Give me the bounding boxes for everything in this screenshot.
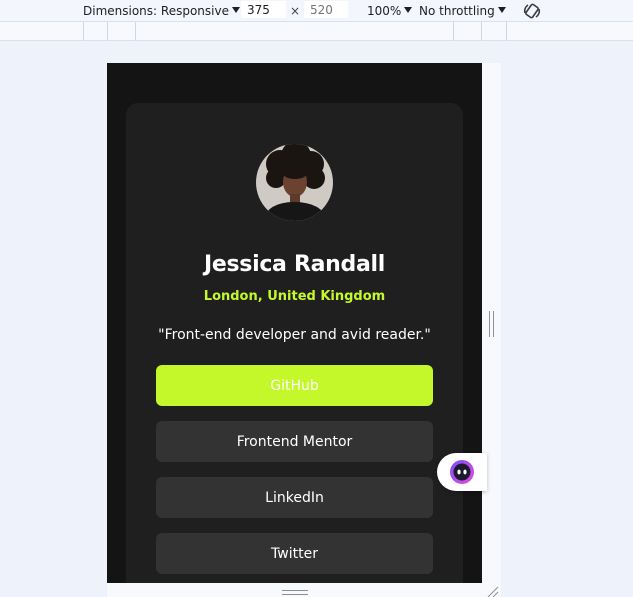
dimensions-label: Dimensions: Responsive: [83, 3, 229, 18]
avatar: [256, 144, 333, 221]
times-sign: ×: [290, 3, 301, 18]
frontend-mentor-link-button[interactable]: Frontend Mentor: [156, 421, 433, 462]
profile-name: Jessica Randall: [203, 252, 385, 277]
media-query-ruler: [0, 21, 633, 41]
zoom-label: 100%: [367, 3, 402, 18]
chevron-down-icon: [404, 6, 413, 13]
bottom-resize-handle[interactable]: [282, 590, 308, 595]
height-input[interactable]: [304, 1, 348, 18]
profile-bio: "Front-end developer and avid reader.": [158, 327, 431, 343]
profile-card: Jessica Randall London, United Kingdom "…: [126, 103, 463, 583]
twitter-link-button[interactable]: Twitter: [156, 533, 433, 574]
chevron-down-icon: [497, 6, 506, 13]
dimensions-dropdown[interactable]: Dimensions: Responsive: [83, 0, 240, 21]
ruler-tick: [83, 22, 84, 41]
right-resize-handle[interactable]: [489, 311, 494, 337]
ruler-tick: [453, 22, 454, 41]
ruler-tick: [135, 22, 136, 41]
ruler-tick: [506, 22, 507, 41]
device-toolbar: Dimensions: Responsive × 100% No throttl…: [0, 0, 633, 21]
extension-face-icon: [450, 460, 474, 484]
github-link-button[interactable]: GitHub: [156, 365, 433, 406]
profile-location: London, United Kingdom: [203, 289, 386, 304]
linkedin-link-button[interactable]: LinkedIn: [156, 477, 433, 518]
rotate-icon: [523, 3, 541, 18]
ruler-tick: [481, 22, 482, 41]
corner-resize-icon[interactable]: [485, 586, 499, 597]
zoom-dropdown[interactable]: 100%: [367, 0, 413, 21]
ruler-tick: [107, 22, 108, 41]
chevron-down-icon: [231, 6, 240, 13]
avatar-photo: [256, 144, 333, 221]
width-input[interactable]: [241, 1, 286, 18]
emulated-viewport: Jessica Randall London, United Kingdom "…: [107, 63, 482, 583]
extension-bubble[interactable]: [437, 453, 487, 491]
throttling-dropdown[interactable]: No throttling: [419, 0, 506, 21]
throttling-label: No throttling: [419, 3, 495, 18]
rotate-button[interactable]: [522, 0, 542, 21]
